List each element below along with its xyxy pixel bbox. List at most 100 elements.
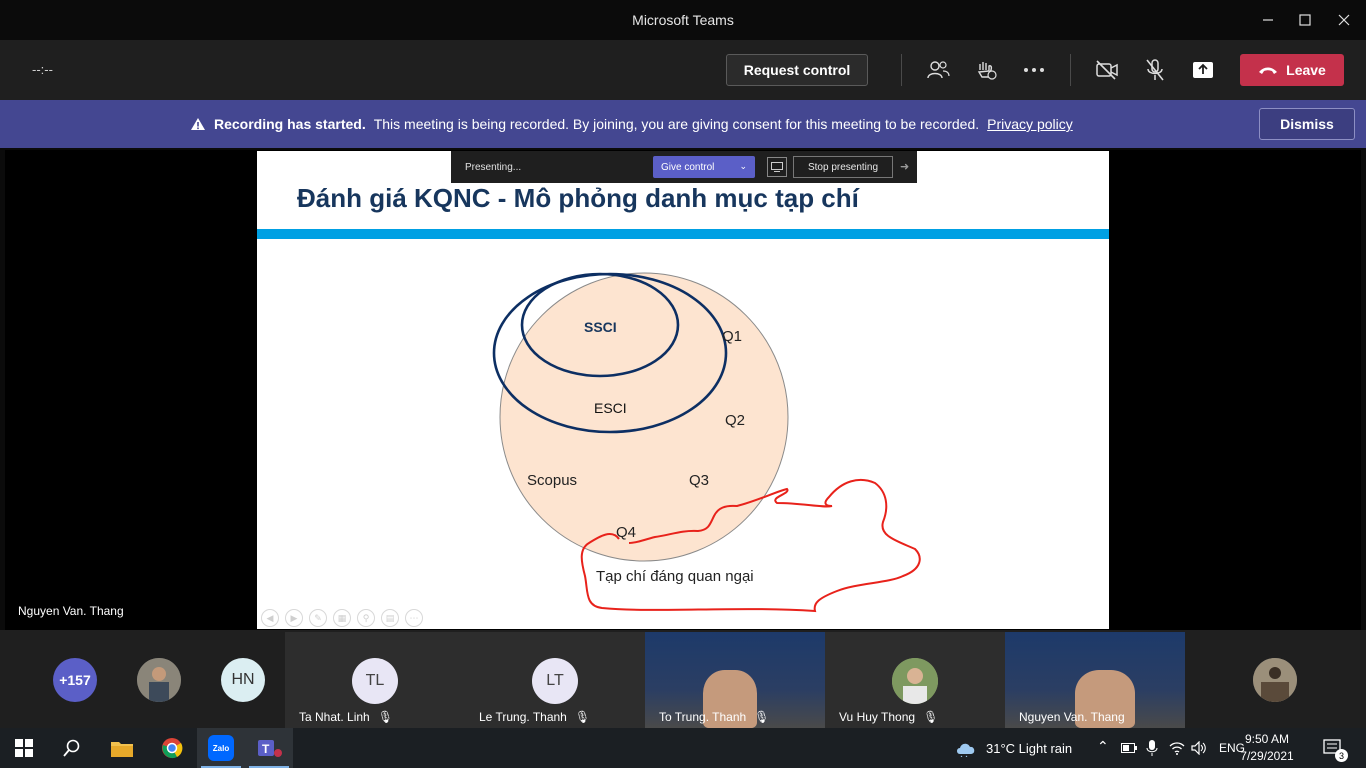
maximize-icon [1299,14,1311,26]
label-esci: ESCI [594,400,627,416]
svg-text:T: T [262,742,270,756]
participant-name: Le Trung. Thanh [479,710,567,724]
presenter-name: Nguyen Van. Thang [18,604,124,618]
slide-navigation: ◀ ▶ ✎ ▦ ⚲ ▤ ⋯ [261,609,423,627]
person-photo-icon [1253,658,1297,702]
presenting-status: Presenting... [465,162,522,173]
participants-icon [927,61,950,79]
close-button[interactable] [1327,6,1361,34]
shared-slide: Đánh giá KQNC - Mô phỏng danh mục tạp ch… [257,151,1109,629]
zoom-icon[interactable]: ⚲ [357,609,375,627]
volume-icon[interactable] [1191,741,1207,755]
participant-tile[interactable]: TL Ta Nhat. Linh 🎙 [285,632,465,728]
search-button[interactable] [48,728,96,768]
weather-cloud-icon[interactable] [955,739,977,757]
leave-button[interactable]: Leave [1240,54,1344,86]
file-explorer-button[interactable] [98,728,146,768]
participant-name: Ta Nhat. Linh [299,710,370,724]
meeting-toolbar: --:-- Request control Leave [0,40,1366,100]
phone-hangup-icon [1259,67,1278,74]
battery-icon[interactable] [1121,743,1137,753]
prev-slide-icon[interactable]: ◀ [261,609,279,627]
participant-initials: LT [532,658,578,704]
participant-name: Vu Huy Thong [839,710,916,724]
reactions-button[interactable] [972,56,1000,84]
pin-icon[interactable]: ➜ [900,160,909,173]
chevron-down-icon: ⌄ [739,161,747,171]
screen-icon [771,162,783,172]
meeting-timer: --:-- [32,62,53,77]
recording-text: This meeting is being recorded. By joini… [373,116,980,132]
recording-message: Recording has started. This meeting is b… [190,116,1073,132]
microphone-icon[interactable] [1146,740,1158,756]
participant-video-tile[interactable]: To Trung. Thanh 🎙 [645,632,825,728]
leave-label: Leave [1286,62,1326,78]
more-icon [1024,68,1044,72]
stop-presenting-button[interactable]: Stop presenting [793,156,893,178]
toolbar-divider [901,54,902,86]
share-icon [1193,62,1213,78]
person-photo-icon [137,658,181,702]
next-slide-icon[interactable]: ▶ [285,609,303,627]
folder-icon [111,742,133,757]
participant-initials: TL [352,658,398,704]
participant-name: To Trung. Thanh [659,710,747,724]
start-button[interactable] [0,728,48,768]
share-button[interactable] [1189,56,1217,84]
system-clock[interactable]: 9:50 AM 7/29/2021 [1226,731,1308,765]
zalo-icon: Zalo [208,735,234,761]
maximize-button[interactable] [1288,6,1322,34]
participant-avatar-photo[interactable] [137,658,181,702]
more-participants-badge[interactable]: +157 [53,658,97,702]
more-options-button[interactable] [1020,56,1048,84]
wifi-icon[interactable] [1169,741,1185,755]
participant-avatar-photo[interactable] [1253,658,1297,702]
teams-button[interactable]: T [245,728,293,768]
chrome-button[interactable] [148,728,196,768]
participant-video-tile[interactable]: Nguyen Van. Thang [1005,632,1185,728]
give-control-label: Give control [661,161,715,173]
label-ssci: SSCI [584,319,617,335]
minimize-button[interactable] [1251,6,1285,34]
privacy-policy-link[interactable]: Privacy policy [987,116,1073,132]
request-control-button[interactable]: Request control [726,54,868,86]
camera-toggle-button[interactable] [1093,56,1121,84]
presenting-toolbar: Presenting... Give control ⌄ Stop presen… [451,151,917,183]
slides-icon[interactable]: ▦ [333,609,351,627]
mic-off-icon: 🎙 [377,710,393,724]
teams-window: Microsoft Teams --:-- Request control Le… [0,0,1366,768]
label-q1: Q1 [722,328,742,345]
participants-button[interactable] [924,56,952,84]
clock-time: 9:50 AM [1244,732,1290,746]
camera-off-icon [1096,60,1118,80]
label-scopus: Scopus [527,472,577,489]
mic-toggle-button[interactable] [1141,56,1169,84]
label-predatory-journals: Tạp chí đáng quan ngại [596,568,754,585]
pen-icon[interactable]: ✎ [309,609,327,627]
dismiss-button[interactable]: Dismiss [1259,108,1355,140]
minimize-icon [1263,19,1273,21]
participant-name: Nguyen Van. Thang [1019,710,1125,724]
include-audio-button[interactable] [767,157,787,177]
zalo-button[interactable]: Zalo [197,728,245,768]
label-q2: Q2 [725,412,745,429]
title-bar: Microsoft Teams [0,0,1366,40]
weather-text[interactable]: 31°C Light rain [986,741,1072,756]
participant-photo [892,658,938,704]
subtitle-icon[interactable]: ▤ [381,609,399,627]
recording-banner: Recording has started. This meeting is b… [0,100,1366,148]
notifications-badge: 3 [1335,749,1348,762]
give-control-dropdown[interactable]: Give control ⌄ [653,156,755,178]
reactions-icon [977,62,997,80]
label-q3: Q3 [689,472,709,489]
windows-taskbar: Zalo T 31°C Light rain ⌃ ENG 9:50 AM 7/2… [0,728,1366,768]
participant-avatar-hn[interactable]: HN [221,658,265,702]
participant-tile[interactable]: LT Le Trung. Thanh 🎙 [465,632,645,728]
person-photo-icon [892,658,938,704]
more-slide-options-icon[interactable]: ⋯ [405,609,423,627]
participant-tile[interactable]: Vu Huy Thong 🎙 [825,632,1005,728]
search-icon [63,739,80,757]
mic-off-icon: 🎙 [754,710,770,724]
mic-off-icon: 🎙 [923,710,939,724]
chevron-up-icon[interactable]: ⌃ [1097,738,1109,755]
